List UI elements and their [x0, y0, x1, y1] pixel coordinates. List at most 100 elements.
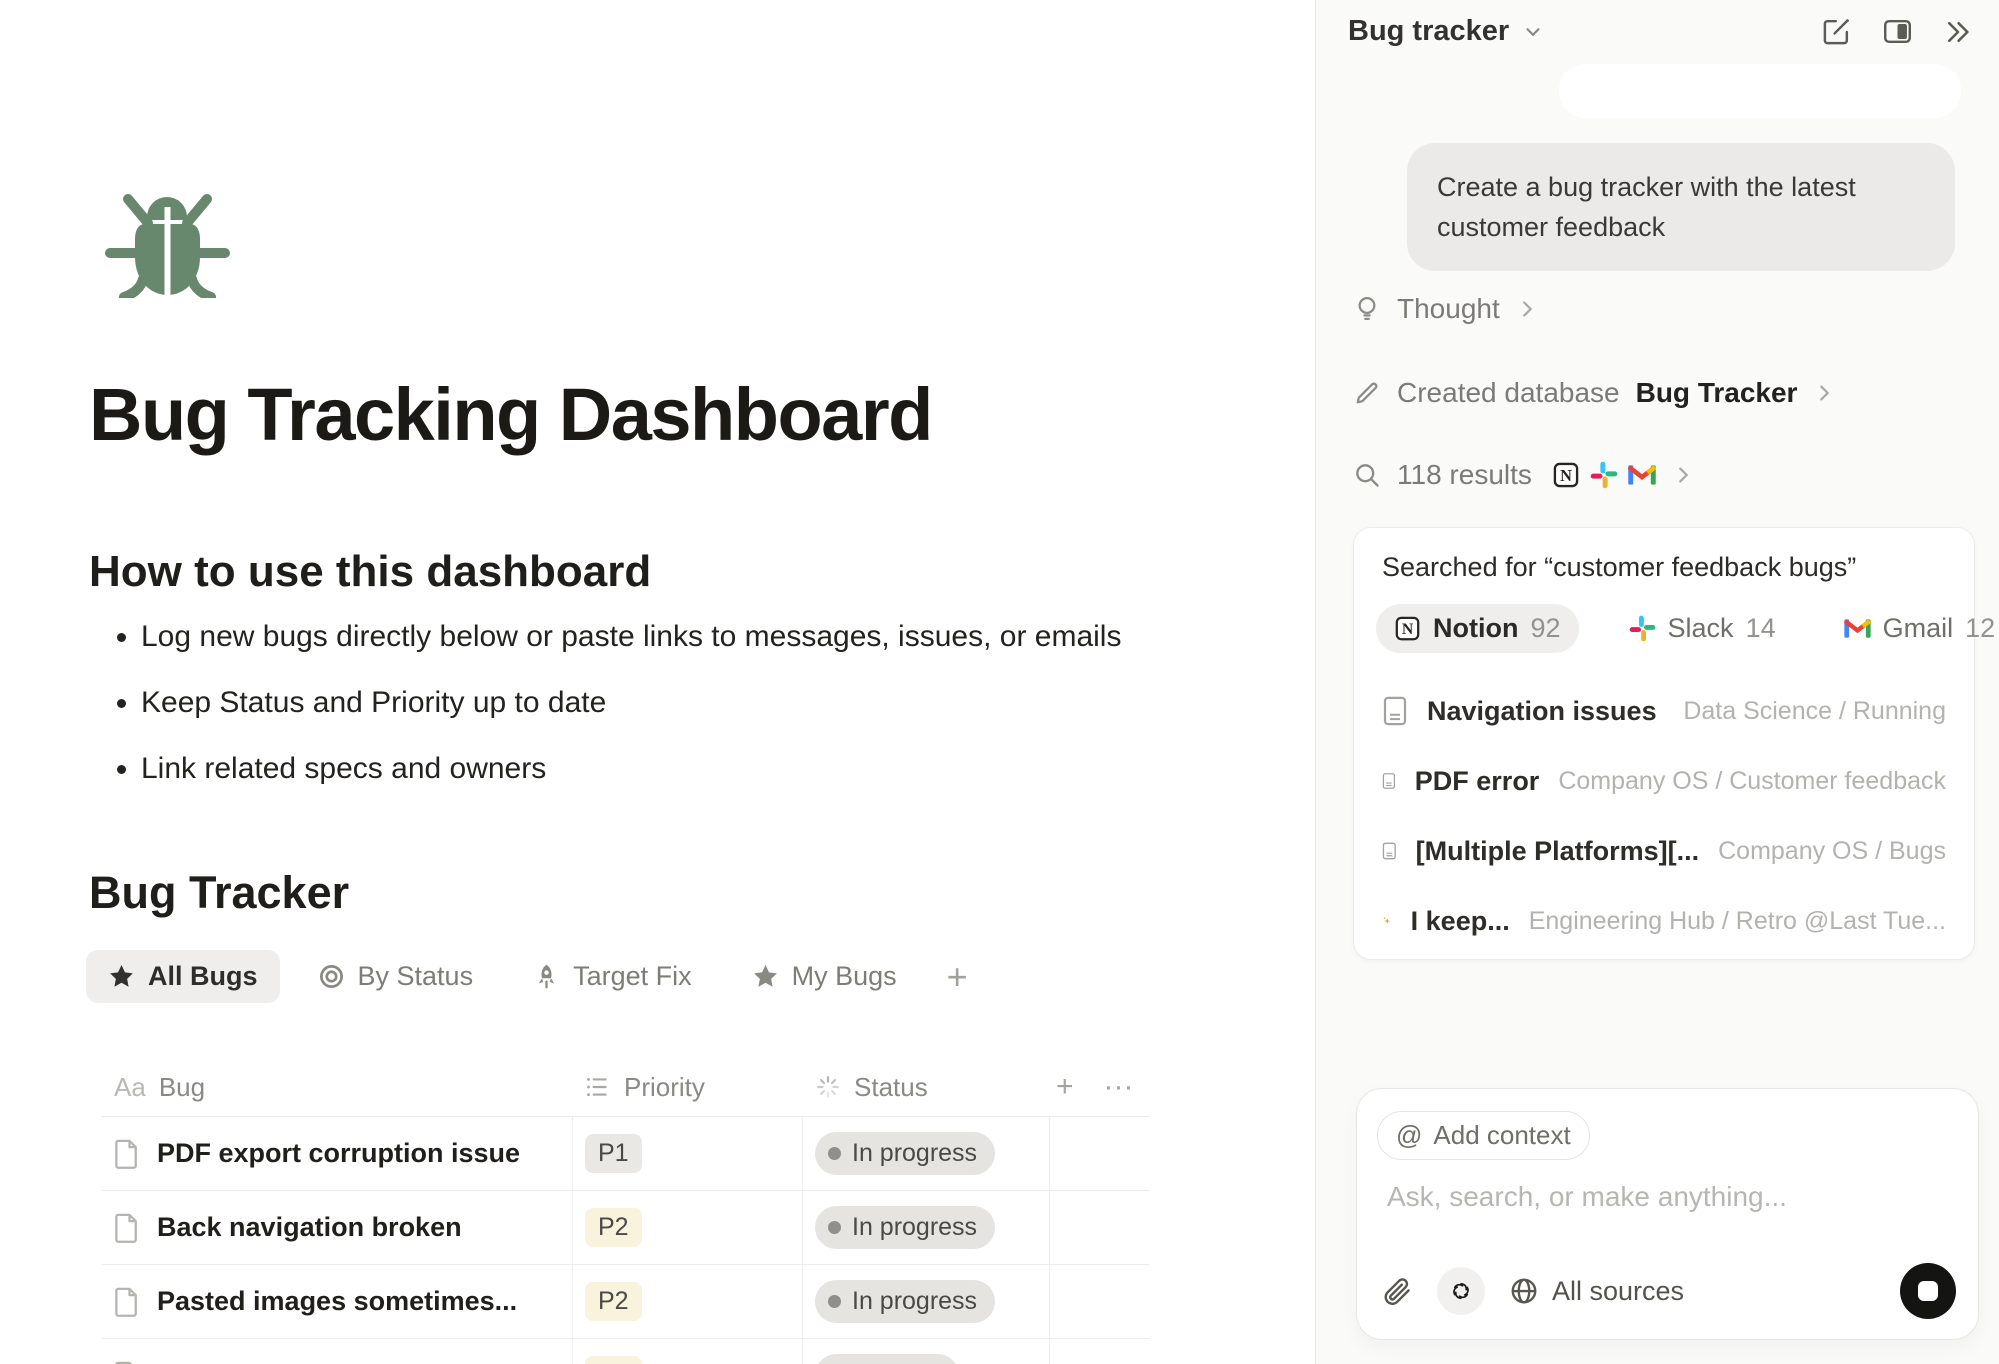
svg-text:N: N — [1560, 466, 1572, 485]
slack-icon — [1629, 615, 1656, 642]
lightbulb-icon — [1353, 295, 1381, 323]
chevron-right-icon — [1516, 298, 1538, 320]
result-item[interactable]: Navigation issues Data Science / Running — [1354, 676, 1974, 746]
bug-title[interactable]: Pasted images sometimes... — [157, 1286, 517, 1317]
column-label: Bug — [159, 1072, 205, 1103]
column-label: Status — [854, 1072, 928, 1103]
user-message-bubble: Create a bug tracker with the latest cus… — [1407, 143, 1955, 271]
bug-icon[interactable] — [100, 183, 235, 298]
status-dot-icon — [828, 1221, 841, 1234]
more-options-button[interactable]: ··· — [1104, 1070, 1134, 1104]
view-tab-target-fix[interactable]: Target Fix — [511, 950, 714, 1003]
table-row: PDF export corruption issue P1 In progre… — [102, 1117, 1149, 1191]
priority-badge[interactable]: P1 — [585, 1134, 642, 1173]
add-view-button[interactable]: + — [935, 956, 980, 998]
all-sources-button[interactable]: All sources — [1509, 1276, 1684, 1307]
result-item[interactable]: I keep... Engineering Hub / Retro @Last … — [1354, 886, 1974, 956]
view-tab-label: My Bugs — [792, 961, 897, 992]
chevron-right-icon — [1813, 382, 1835, 404]
result-item[interactable]: [Multiple Platforms][... Company OS / Bu… — [1354, 816, 1974, 886]
page-icon — [114, 1139, 140, 1169]
pencil-icon — [1353, 379, 1381, 407]
source-icons: N — [1552, 461, 1656, 489]
bug-title[interactable]: Back navigation broken — [157, 1212, 462, 1243]
table-row: Back navigation broken P2 In progress — [102, 1191, 1149, 1265]
gmail-icon — [1844, 618, 1871, 639]
howto-bullet-list: Log new bugs directly below or paste lin… — [99, 620, 1121, 818]
gmail-icon — [1628, 464, 1656, 486]
main-document: Bug Tracking Dashboard How to use this d… — [0, 0, 1315, 1364]
notion-icon: N — [1394, 615, 1421, 642]
page-icon — [114, 1287, 140, 1317]
status-dot-icon — [828, 1295, 841, 1308]
view-tab-my-bugs[interactable]: My Bugs — [730, 950, 919, 1003]
view-tabs: All Bugs By Status Target Fix My Bugs + — [86, 950, 980, 1003]
sidebar-title-dropdown[interactable]: Bug tracker — [1348, 15, 1544, 48]
activity-created-database[interactable]: Created database Bug Tracker — [1353, 377, 1835, 409]
activity-label: Created database — [1397, 377, 1620, 409]
status-badge[interactable]: Blocked — [815, 1354, 959, 1364]
howto-heading: How to use this dashboard — [89, 547, 651, 597]
composer-toolbar: All sources — [1383, 1263, 1956, 1319]
add-context-label: Add context — [1433, 1120, 1570, 1151]
document-icon — [1382, 766, 1396, 796]
bug-title[interactable]: PDF export corruption issue — [157, 1138, 520, 1169]
sidebar-actions — [1821, 16, 1973, 47]
page-icon — [114, 1213, 140, 1243]
search-icon — [1353, 461, 1381, 489]
add-column-button[interactable]: + — [1056, 1070, 1074, 1104]
composer-input[interactable]: Ask, search, or make anything... — [1387, 1181, 1787, 1213]
table-row-clipped: P2 Blocked — [102, 1339, 1149, 1364]
source-tab-gmail[interactable]: Gmail 12 — [1826, 604, 1999, 653]
star-icon — [108, 963, 135, 990]
view-tab-all-bugs[interactable]: All Bugs — [86, 950, 280, 1003]
panel-right-icon[interactable] — [1882, 16, 1913, 47]
status-badge[interactable]: In progress — [815, 1280, 995, 1323]
activity-thought[interactable]: Thought — [1353, 293, 1538, 325]
bullet-item: Log new bugs directly below or paste lin… — [141, 620, 1121, 654]
table-row: Pasted images sometimes... P2 In progres… — [102, 1265, 1149, 1339]
activity-label: 118 results — [1397, 459, 1532, 491]
stop-icon — [1918, 1281, 1938, 1301]
source-tab-slack[interactable]: Slack 14 — [1611, 604, 1794, 653]
sparkles-icon — [1382, 907, 1392, 935]
status-badge[interactable]: In progress — [815, 1206, 995, 1249]
text-style-icon: Aa — [114, 1072, 146, 1103]
document-icon — [1382, 696, 1408, 726]
card-title: Searched for “customer feedback bugs” — [1382, 552, 1856, 583]
compose-icon[interactable] — [1821, 16, 1852, 47]
table-header-row: Aa Bug Priority Status + · — [102, 1058, 1149, 1117]
list-icon — [585, 1074, 611, 1100]
view-tab-label: Target Fix — [573, 961, 692, 992]
composer: @ Add context Ask, search, or make anyth… — [1356, 1088, 1979, 1340]
column-header-bug[interactable]: Aa Bug — [102, 1072, 573, 1103]
source-tab-notion[interactable]: N Notion 92 — [1376, 604, 1579, 653]
stop-button[interactable] — [1900, 1263, 1956, 1319]
activity-value: Bug Tracker — [1636, 377, 1798, 409]
bullet-item: Keep Status and Priority up to date — [141, 686, 1121, 720]
ai-sidebar: Bug tracker Create a bug tracker with th… — [1315, 0, 1999, 1364]
search-results-card: Searched for “customer feedback bugs” N … — [1353, 527, 1975, 960]
column-header-status[interactable]: Status — [803, 1072, 1050, 1103]
all-sources-label: All sources — [1552, 1276, 1684, 1307]
rocket-icon — [533, 963, 560, 990]
result-list: Navigation issues Data Science / Running… — [1354, 676, 1974, 956]
document-icon — [1382, 836, 1397, 866]
activity-search-results[interactable]: 118 results N — [1353, 459, 1694, 491]
priority-badge[interactable]: P2 — [585, 1356, 642, 1364]
bullet-item: Link related specs and owners — [141, 752, 1121, 786]
status-badge[interactable]: In progress — [815, 1132, 995, 1175]
priority-badge[interactable]: P2 — [585, 1208, 642, 1247]
priority-badge[interactable]: P2 — [585, 1282, 642, 1321]
target-icon — [318, 963, 345, 990]
openai-model-button[interactable] — [1437, 1267, 1485, 1315]
add-context-chip[interactable]: @ Add context — [1377, 1111, 1590, 1160]
result-item[interactable]: PDF error Company OS / Customer feedback — [1354, 746, 1974, 816]
database-heading: Bug Tracker — [89, 867, 349, 919]
paperclip-icon[interactable] — [1383, 1276, 1413, 1306]
at-icon: @ — [1396, 1120, 1422, 1151]
column-header-priority[interactable]: Priority — [573, 1072, 803, 1103]
view-tab-by-status[interactable]: By Status — [296, 950, 496, 1003]
double-chevron-right-icon[interactable] — [1943, 17, 1973, 47]
chevron-right-icon — [1672, 464, 1694, 486]
